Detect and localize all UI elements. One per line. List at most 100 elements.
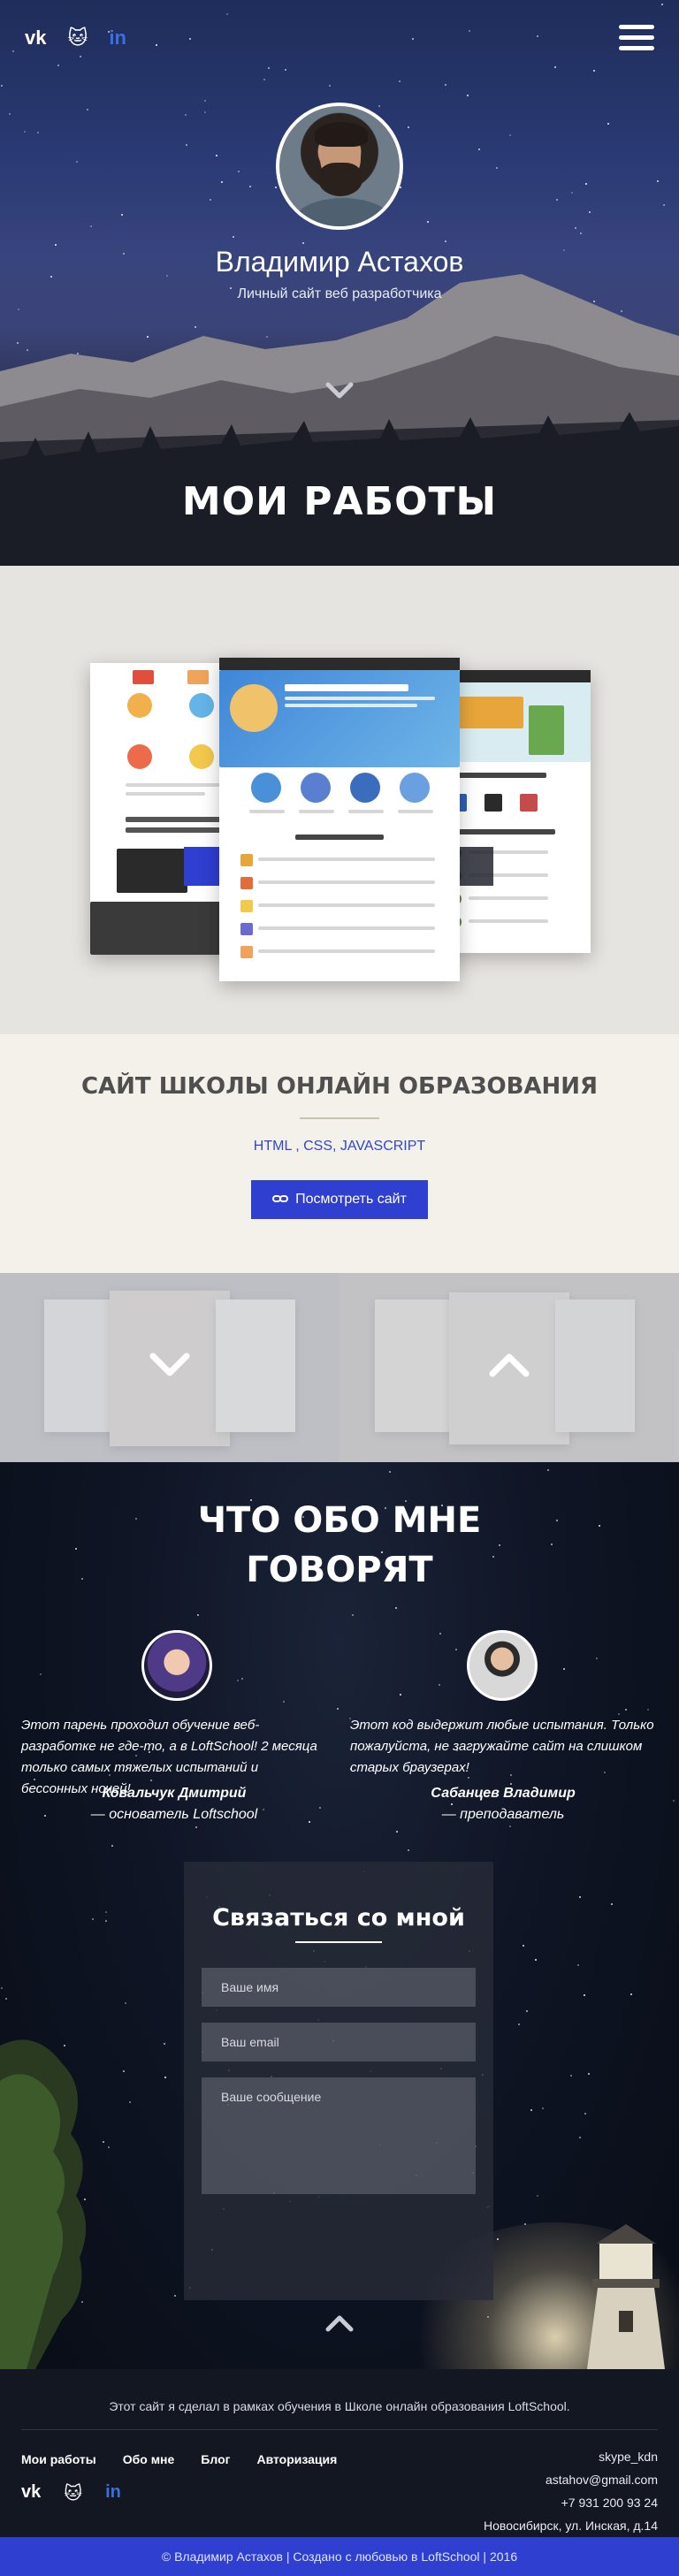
star: [1, 85, 3, 87]
star: [185, 114, 187, 116]
star: [455, 1649, 457, 1650]
star: [518, 2023, 520, 2025]
prev-work-button[interactable]: [0, 1273, 340, 1462]
header-social-links: vk 🐱 in: [25, 27, 126, 50]
star: [283, 1701, 285, 1703]
star: [76, 161, 78, 163]
phone-text: +7 931 200 93 24: [561, 2496, 658, 2510]
lighthouse-illustration: [587, 2224, 665, 2369]
star: [596, 1658, 598, 1659]
view-site-button[interactable]: Посмотреть сайт: [251, 1180, 428, 1219]
skype-text: skype_kdn: [599, 2450, 658, 2464]
star: [24, 131, 26, 133]
linkedin-icon[interactable]: in: [105, 2482, 121, 2504]
about-contact-section: ЧТО ОБО МНЕ ГОВОРЯТ Этот парень проходил…: [0, 1462, 679, 2369]
about-title-line-2: ГОВОРЯТ: [246, 1550, 433, 1590]
star: [625, 1709, 627, 1711]
works-slider-nav: [0, 1273, 679, 1462]
linkedin-icon[interactable]: in: [109, 27, 126, 50]
star: [105, 1911, 107, 1913]
github-icon[interactable]: 🐱: [64, 2482, 82, 2504]
chevron-down-icon: [149, 1353, 190, 1376]
avatar: [467, 1630, 538, 1701]
name-field[interactable]: [202, 1968, 476, 2007]
star: [427, 221, 429, 223]
github-icon[interactable]: 🐱: [67, 27, 88, 50]
footer-note: Этот сайт я сделал в рамках обучения в Ш…: [109, 2399, 570, 2413]
star: [92, 1918, 94, 1920]
chevron-down-icon[interactable]: [325, 382, 354, 400]
star: [216, 155, 217, 156]
star: [580, 232, 582, 234]
star: [395, 1607, 397, 1609]
star: [478, 149, 480, 150]
hamburger-menu-icon[interactable]: [619, 25, 654, 55]
star: [579, 2137, 581, 2138]
star: [526, 2010, 528, 2012]
star: [630, 1993, 632, 1995]
star: [238, 171, 240, 172]
email-link[interactable]: astahov@gmail.com: [484, 2468, 658, 2491]
work-preview: [0, 566, 679, 1034]
vk-icon[interactable]: vk: [21, 2482, 41, 2504]
footer-link-about[interactable]: Обо мне: [123, 2452, 175, 2466]
chevron-up-icon: [489, 1353, 530, 1377]
star: [5, 1998, 7, 2000]
view-site-label: Посмотреть сайт: [295, 1192, 407, 1207]
star: [510, 1783, 512, 1785]
star: [439, 1684, 440, 1686]
testimonial-role: — преподаватель: [441, 1807, 565, 1822]
star: [556, 199, 558, 201]
project-title: САЙТ ШКОЛЫ ОНЛАЙН ОБРАЗОВАНИЯ: [80, 1073, 599, 1100]
star: [396, 1831, 398, 1833]
star: [577, 1964, 579, 1966]
star: [1, 1987, 3, 1989]
star: [575, 227, 576, 229]
about-title: ЧТО ОБО МНЕ ГОВОРЯТ: [0, 1496, 679, 1595]
star: [195, 1826, 197, 1828]
footer-link-works[interactable]: Мои работы: [21, 2452, 96, 2466]
star: [589, 211, 591, 213]
star: [584, 1994, 585, 1996]
footer-link-blog[interactable]: Блог: [201, 2452, 230, 2466]
star: [186, 144, 187, 146]
star: [542, 2107, 544, 2109]
testimonial-author: Ковальчук Дмитрий: [102, 1786, 247, 1801]
hero-subtitle: Личный сайт веб разработчика: [237, 286, 442, 301]
works-title: МОИ РАБОТЫ: [181, 479, 498, 524]
star: [123, 2070, 125, 2072]
star: [585, 183, 587, 185]
star: [111, 1845, 113, 1847]
star: [408, 126, 409, 128]
contact-form: Связаться со мной: [184, 1862, 493, 2300]
chevron-up-icon[interactable]: [325, 2314, 354, 2332]
star: [469, 30, 470, 32]
project-tech: HTML , CSS, JAVASCRIPT: [253, 1139, 426, 1154]
star: [412, 38, 414, 40]
star: [174, 2295, 176, 2297]
title-divider: [300, 1117, 379, 1119]
star: [57, 65, 59, 66]
link-icon: [272, 1195, 289, 1202]
star: [535, 1959, 537, 1961]
star: [509, 134, 511, 136]
next-work-button[interactable]: [340, 1273, 679, 1462]
star: [593, 70, 595, 72]
email-field[interactable]: [202, 2023, 476, 2062]
star: [661, 4, 663, 5]
star: [226, 13, 228, 15]
message-field[interactable]: [202, 2077, 476, 2194]
footer-link-login[interactable]: Авторизация: [256, 2452, 337, 2466]
avatar: [276, 103, 403, 230]
star: [221, 181, 223, 183]
star: [9, 113, 11, 115]
star: [579, 1896, 581, 1898]
star: [80, 56, 81, 57]
footer-nav: Мои работы Обо мне Блог Авторизация: [21, 2452, 337, 2466]
star: [537, 2195, 538, 2197]
star: [164, 2043, 165, 2045]
vk-icon[interactable]: vk: [25, 27, 46, 50]
star: [439, 1633, 441, 1635]
star: [537, 35, 538, 37]
star: [268, 67, 270, 69]
